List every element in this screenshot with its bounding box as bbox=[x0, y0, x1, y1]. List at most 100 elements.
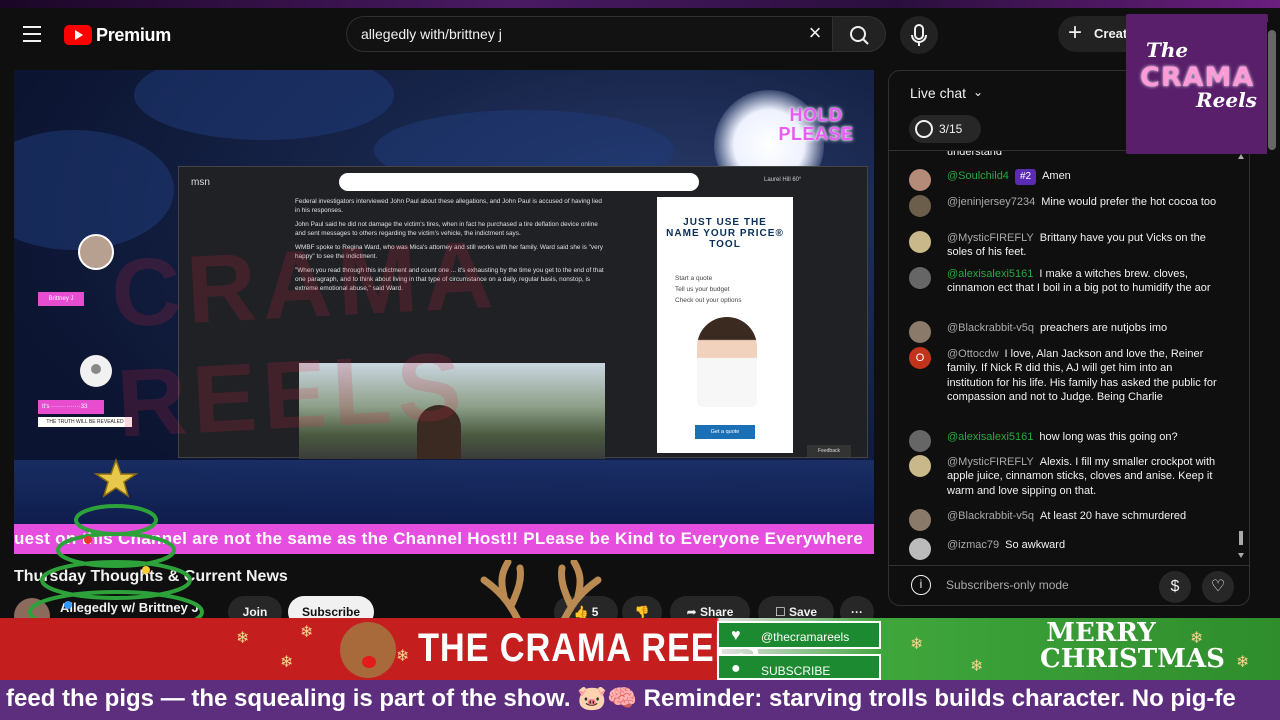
heart-icon: ♥ bbox=[731, 627, 741, 644]
message-text: So awkward bbox=[1005, 539, 1066, 551]
author-name[interactable]: @Soulchild4 bbox=[947, 170, 1009, 182]
author-avatar[interactable] bbox=[909, 195, 931, 217]
bottom-ticker-text: feed the pigs — the squealing is part of… bbox=[6, 685, 1236, 712]
author-name[interactable]: @Blackrabbit-v5q bbox=[947, 510, 1034, 522]
message-text: preachers are nutjobs imo bbox=[1039, 322, 1168, 334]
super-chat-button[interactable]: $ bbox=[1159, 571, 1191, 603]
watermark: CRAMA REELS bbox=[108, 220, 498, 458]
chat-message: @alexisalexi5161 how long was this going … bbox=[909, 430, 1219, 452]
chat-message: O @Ottocdw I love, Alan Jackson and love … bbox=[909, 347, 1219, 405]
chat-scrollbar[interactable] bbox=[1238, 151, 1244, 561]
subscribe-box: ● SUBSCRIBE bbox=[717, 654, 881, 680]
social-handle: @thecramareels bbox=[761, 630, 850, 644]
logo-reels: Reels bbox=[1196, 88, 1257, 112]
author-avatar[interactable] bbox=[909, 430, 931, 452]
snowflake-icon: ❄ bbox=[970, 658, 984, 675]
snowflake-icon: ❄ bbox=[300, 624, 314, 641]
save-label: Save bbox=[789, 605, 818, 619]
snowflake-icon: ❄ bbox=[910, 636, 924, 653]
author-name[interactable]: @MysticFIREFLY bbox=[947, 456, 1034, 468]
youtube-play-icon bbox=[64, 25, 92, 45]
subscribers-only-notice: Subscribers-only mode bbox=[946, 578, 1069, 592]
scrollbar-arrows bbox=[1238, 154, 1244, 558]
merry-christmas-text: MERRY CHRISTMAS bbox=[1040, 618, 1225, 674]
overlay-title: HOLD PLEASE bbox=[778, 105, 854, 144]
poll-chip[interactable]: 3/15 bbox=[909, 115, 981, 143]
chevron-down-icon[interactable]: ⌄ bbox=[973, 85, 983, 99]
author-name[interactable]: @Ottocdw bbox=[947, 348, 999, 360]
guest-avatar-icon bbox=[80, 355, 112, 387]
author-name[interactable]: @MysticFIREFLY bbox=[947, 232, 1034, 244]
author-avatar[interactable] bbox=[909, 538, 931, 560]
author-avatar[interactable] bbox=[909, 455, 931, 477]
author-name[interactable]: @izmac79 bbox=[947, 539, 999, 551]
masthead: Premium × + Create bbox=[0, 0, 1280, 68]
message-text: Mine would prefer the hot cocoa too bbox=[1041, 196, 1217, 208]
author-avatar[interactable]: O bbox=[909, 347, 931, 369]
heart-icon: ♡ bbox=[1210, 578, 1226, 595]
message-text: how long was this going on? bbox=[1039, 431, 1178, 443]
bottom-ticker: feed the pigs — the squealing is part of… bbox=[0, 680, 1280, 720]
author-avatar[interactable] bbox=[909, 509, 931, 531]
reindeer-nose bbox=[362, 656, 376, 668]
share-label: Share bbox=[700, 605, 734, 619]
author-avatar[interactable] bbox=[909, 321, 931, 343]
chat-message: @Blackrabbit-v5q At least 20 have schmurd… bbox=[909, 509, 1219, 531]
chat-message: @jeninjersey7234 Mine would prefer the ho… bbox=[909, 195, 1219, 217]
search-input[interactable] bbox=[361, 26, 781, 42]
plus-icon: + bbox=[1068, 19, 1083, 46]
author-avatar[interactable] bbox=[909, 169, 931, 191]
chat-message: @MysticFIREFLY Brittany have you put Vick… bbox=[909, 231, 1219, 260]
chat-message: @Blackrabbit-v5q preachers are nutjobs im… bbox=[909, 321, 1219, 343]
chat-footer: i Subscribers-only mode $ ♡ bbox=[889, 565, 1249, 605]
microphone-icon bbox=[911, 24, 927, 46]
youtube-logo[interactable]: Premium bbox=[64, 24, 171, 46]
host-label: Brittney J bbox=[38, 292, 84, 306]
target-icon bbox=[915, 120, 933, 138]
search-button[interactable] bbox=[832, 16, 886, 52]
save-icon: ☐ bbox=[774, 605, 790, 619]
voice-search-button[interactable] bbox=[900, 16, 938, 54]
stream-lower-third: ❄ ❄ ❄ ❄ ❄ ❄ ❄ ❄ THE CRAMA REELS ♥ @thecr… bbox=[0, 618, 1280, 680]
antlers-decoration bbox=[480, 560, 602, 622]
message-text: At least 20 have schmurdered bbox=[1039, 510, 1187, 522]
author-name[interactable]: @alexisalexi5161 bbox=[947, 268, 1033, 280]
thumbs-down-icon: 👎 bbox=[634, 605, 650, 619]
logo-the: The bbox=[1146, 38, 1189, 62]
guide-menu-button[interactable] bbox=[18, 22, 46, 46]
chat-message: @alexisalexi5161 I make a witches brew. c… bbox=[909, 267, 1219, 296]
author-name[interactable]: @alexisalexi5161 bbox=[947, 431, 1033, 443]
cloud-decoration bbox=[14, 130, 174, 250]
chat-mode-selector[interactable]: Live chat bbox=[910, 85, 966, 101]
social-handle-box: ♥ @thecramareels bbox=[717, 621, 881, 649]
overlay-top-strip bbox=[0, 0, 1280, 8]
heart-reaction-button[interactable]: ♡ bbox=[1202, 571, 1234, 603]
author-avatar[interactable] bbox=[909, 231, 931, 253]
snowflake-icon: ❄ bbox=[1236, 654, 1250, 671]
cloud-decoration bbox=[134, 70, 394, 140]
feedback-button: Feedback bbox=[807, 445, 851, 457]
snowflake-icon: ❄ bbox=[396, 648, 410, 665]
article-paragraph: Federal investigators interviewed John P… bbox=[295, 198, 602, 214]
crama-reels-logo: The CRAMA Reels bbox=[1126, 14, 1268, 154]
search-icon bbox=[850, 26, 869, 45]
snowflake-icon: ❄ bbox=[280, 654, 294, 671]
author-name[interactable]: @jeninjersey7234 bbox=[947, 196, 1035, 208]
info-icon[interactable]: i bbox=[911, 575, 931, 595]
poll-progress: 3/15 bbox=[939, 122, 963, 136]
msn-search-bar bbox=[339, 173, 699, 191]
author-avatar[interactable] bbox=[909, 267, 931, 289]
reindeer-icon bbox=[340, 622, 396, 678]
page-scrollbar-thumb[interactable] bbox=[1268, 30, 1276, 150]
rank-badge: #2 bbox=[1014, 169, 1037, 186]
msn-logo: msn bbox=[191, 177, 210, 188]
chat-message: @izmac79 So awkward bbox=[909, 538, 1219, 560]
screen-root: Premium × + Create HOLD PLEASE Brittney … bbox=[0, 0, 1280, 720]
author-name[interactable]: @Blackrabbit-v5q bbox=[947, 322, 1034, 334]
clear-search-icon[interactable]: × bbox=[800, 20, 830, 48]
page-scrollbar[interactable] bbox=[1267, 22, 1277, 662]
guest-label: It's ······· ·······33 bbox=[38, 400, 104, 414]
search-box bbox=[346, 16, 840, 52]
share-icon: ➦ bbox=[686, 605, 701, 619]
message-text: Amen bbox=[1042, 170, 1071, 182]
